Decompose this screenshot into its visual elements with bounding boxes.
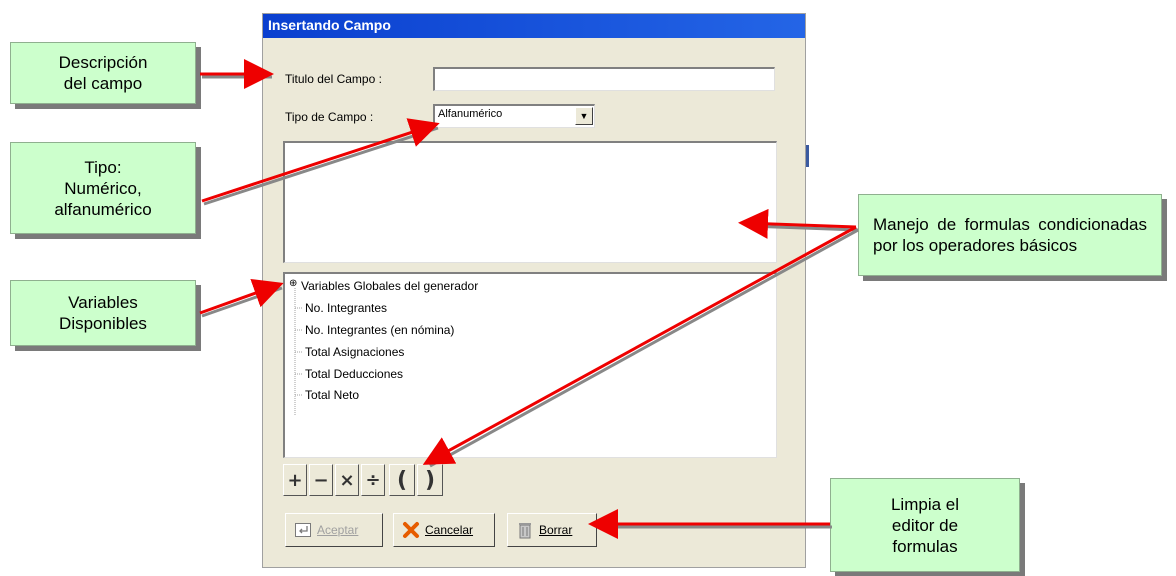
plus-button[interactable]: + [283,464,307,496]
aceptar-label: Aceptar [317,523,359,537]
tree-item[interactable]: Total Neto [305,388,359,402]
cancelar-button[interactable]: Cancelar [393,513,495,547]
tipo-campo-select[interactable]: Alfanumérico ▼ [433,104,595,128]
close-paren-button[interactable]: ) [417,464,443,496]
variables-tree[interactable]: ⊕ Variables Globales del generador No. I… [283,272,777,458]
chevron-down-icon[interactable]: ▼ [575,107,593,125]
callout-descripcion: Descripción del campo [10,42,196,104]
title-bar[interactable]: Insertando Campo [263,14,805,38]
callout-tipo-text: Tipo: Numérico, alfanumérico [54,157,152,219]
callout-manejo: Manejo de formulas condicionadas por los… [858,194,1162,276]
borrar-label: Borrar [539,523,573,537]
tree-item[interactable]: No. Integrantes [305,301,387,315]
close-icon [402,521,420,539]
callout-limpia: Limpia el editor de formulas [830,478,1020,572]
multiply-button[interactable]: × [335,464,359,496]
callout-variables-text: Variables Disponibles [59,293,147,333]
titulo-campo-input[interactable] [433,67,775,91]
minus-button[interactable]: − [309,464,333,496]
tree-root[interactable]: Variables Globales del generador [301,279,478,293]
aceptar-button[interactable]: Aceptar [285,513,383,547]
titulo-label: Titulo del Campo : [285,72,382,86]
trash-icon [516,521,534,539]
open-paren-button[interactable]: ( [389,464,415,496]
tree-item[interactable]: No. Integrantes (en nómina) [305,323,454,337]
callout-limpia-text: Limpia el editor de formulas [890,494,960,556]
tipo-campo-value: Alfanumérico [438,108,503,120]
tree-item[interactable]: Total Asignaciones [305,345,404,359]
callout-variables: Variables Disponibles [10,280,196,346]
divide-button[interactable]: ÷ [361,464,385,496]
callout-tipo: Tipo: Numérico, alfanumérico [10,142,196,234]
callout-manejo-text: Manejo de formulas condicionadas por los… [873,215,1147,255]
formula-editor[interactable] [283,141,777,263]
cancelar-label: Cancelar [425,523,474,537]
tipo-label: Tipo de Campo : [285,110,374,124]
side-divider [806,145,809,167]
insertando-campo-dialog: Insertando Campo Titulo del Campo : Tipo… [262,13,806,568]
borrar-button[interactable]: Borrar [507,513,597,547]
operator-toolbar: + − × ÷ ( ) [283,464,463,498]
tree-expand-icon[interactable]: ⊕ [289,278,297,289]
tree-item[interactable]: Total Deducciones [305,367,403,381]
enter-icon [294,521,312,539]
callout-descripcion-text: Descripción del campo [58,53,148,93]
dialog-title: Insertando Campo [268,17,391,33]
